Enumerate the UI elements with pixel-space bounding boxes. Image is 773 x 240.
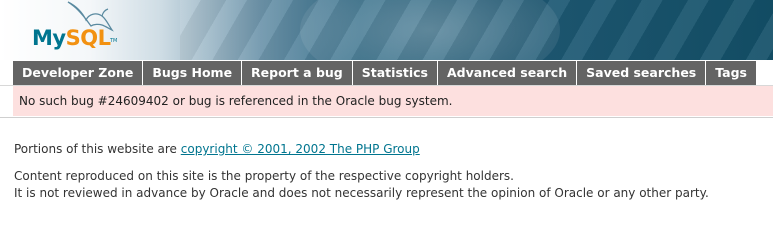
nav-developer-zone[interactable]: Developer Zone xyxy=(13,61,144,85)
copyright-link[interactable]: copyright © 2001, 2002 The PHP Group xyxy=(181,142,420,156)
footer-portions: Portions of this website are copyright ©… xyxy=(14,141,709,158)
nav-advanced-search[interactable]: Advanced search xyxy=(438,61,578,85)
logo-trademark: TM xyxy=(110,38,118,44)
header-banner xyxy=(180,0,773,60)
logo-wordmark: MySQL xyxy=(32,26,111,50)
main-nav: Developer Zone Bugs Home Report a bug St… xyxy=(13,61,756,85)
footer-line-3: It is not reviewed in advance by Oracle … xyxy=(14,186,709,200)
error-message: No such bug #24609402 or bug is referenc… xyxy=(19,94,453,108)
error-banner: No such bug #24609402 or bug is referenc… xyxy=(13,86,773,116)
footer-portions-text: Portions of this website are xyxy=(14,142,181,156)
nav-saved-searches[interactable]: Saved searches xyxy=(577,61,707,85)
logo-sql: SQL xyxy=(65,26,111,50)
nav-report-a-bug[interactable]: Report a bug xyxy=(242,61,353,85)
nav-bugs-home[interactable]: Bugs Home xyxy=(143,61,243,85)
logo-my: My xyxy=(32,26,66,50)
nav-tags[interactable]: Tags xyxy=(706,61,756,85)
footer-line-2: Content reproduced on this site is the p… xyxy=(14,169,514,183)
mysql-logo[interactable]: MySQL TM xyxy=(10,0,120,60)
footer: Portions of this website are copyright ©… xyxy=(14,141,709,202)
nav-statistics[interactable]: Statistics xyxy=(352,61,438,85)
site-header: MySQL TM xyxy=(0,0,773,60)
content-separator xyxy=(0,117,773,118)
